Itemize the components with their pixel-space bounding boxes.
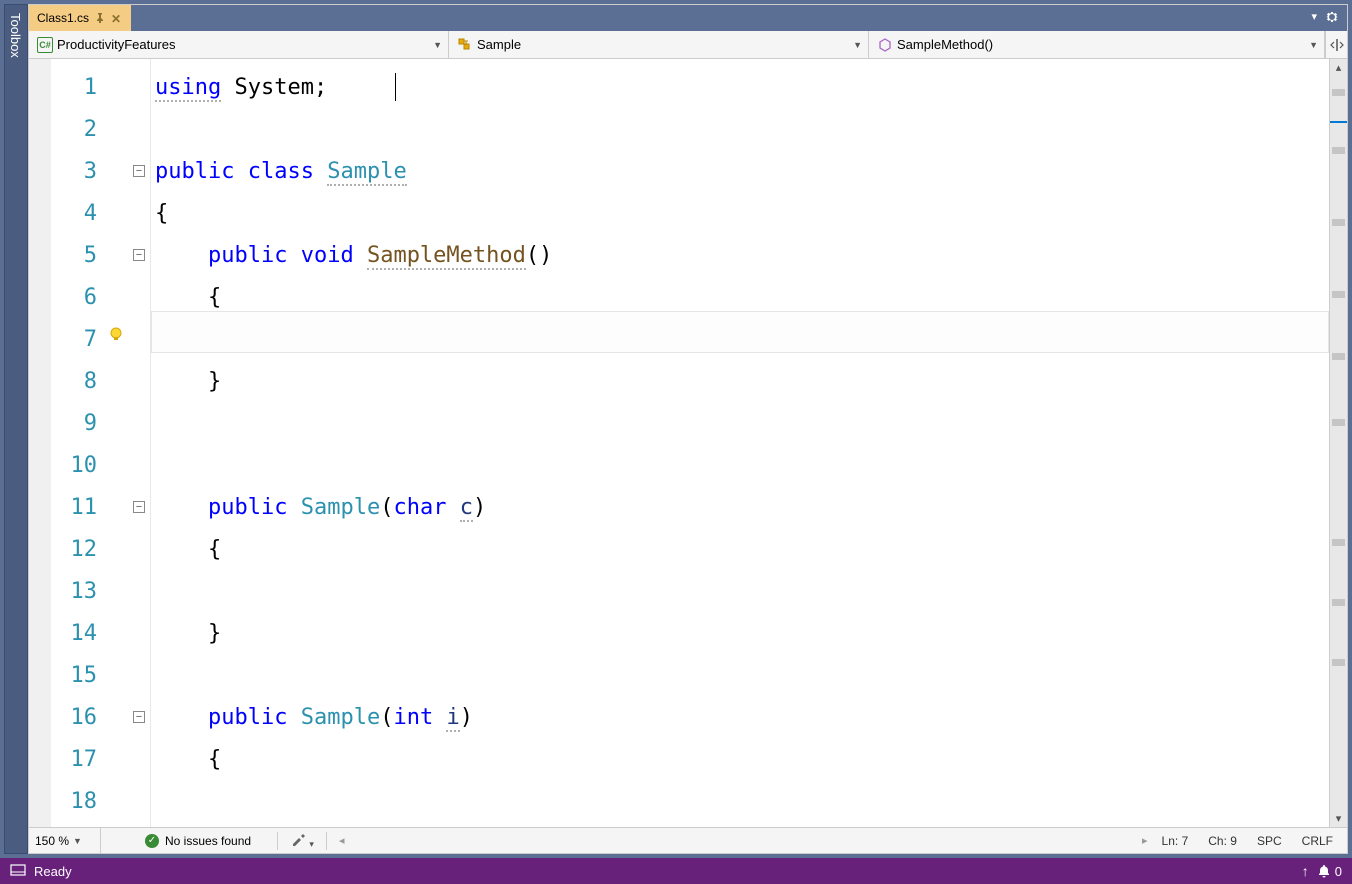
issues-indicator[interactable]: ✓ No issues found — [131, 834, 265, 848]
breakpoint-margin[interactable] — [29, 59, 51, 827]
chevron-down-icon: ▼ — [1309, 40, 1318, 50]
current-line-highlight — [151, 311, 1329, 353]
output-pane-icon[interactable] — [10, 863, 26, 880]
notifications-button[interactable]: 0 — [1317, 864, 1342, 879]
code-editor[interactable]: 123456789101112131415161718 − − − − using S… — [29, 59, 1347, 827]
outline-collapse-toggle[interactable]: − — [133, 711, 145, 723]
editor-container: Class1.cs ✕ ▾ C# ProductivityFeatures ▼ — [28, 4, 1348, 854]
lightbulb-icon[interactable] — [107, 325, 125, 343]
publish-icon[interactable]: ↑ — [1302, 863, 1309, 879]
code-line[interactable]: public class Sample — [155, 151, 1329, 193]
code-line[interactable] — [155, 403, 1329, 445]
line-ending-indicator[interactable]: CRLF — [1302, 834, 1333, 848]
navigation-bar: C# ProductivityFeatures ▼ Sample ▼ Sampl… — [29, 31, 1347, 59]
issues-label: No issues found — [165, 834, 251, 848]
code-line[interactable]: { — [155, 193, 1329, 235]
line-indicator[interactable]: Ln: 7 — [1162, 834, 1189, 848]
code-line[interactable]: using System; — [155, 67, 1329, 109]
check-circle-icon: ✓ — [145, 834, 159, 848]
outline-collapse-toggle[interactable]: − — [133, 501, 145, 513]
code-line[interactable]: } — [155, 361, 1329, 403]
outline-collapse-toggle[interactable]: − — [133, 249, 145, 261]
chevron-down-icon: ▼ — [433, 40, 442, 50]
code-line[interactable] — [155, 445, 1329, 487]
column-indicator[interactable]: Ch: 9 — [1208, 834, 1237, 848]
status-bar: Ready ↑ 0 — [0, 858, 1352, 884]
glyph-margin — [103, 59, 129, 827]
hscroll-left-arrow[interactable]: ◂ — [339, 834, 345, 847]
code-line[interactable]: public void SampleMethod() — [155, 235, 1329, 277]
scroll-up-arrow[interactable]: ▴ — [1330, 61, 1347, 74]
document-tab-strip: Class1.cs ✕ ▾ — [29, 5, 1347, 31]
outline-collapse-toggle[interactable]: − — [133, 165, 145, 177]
zoom-dropdown[interactable]: 150 % ▼ — [29, 828, 101, 853]
code-line[interactable]: { — [155, 739, 1329, 781]
nav-class-dropdown[interactable]: Sample ▼ — [449, 31, 869, 58]
status-ready-label: Ready — [34, 864, 72, 879]
scroll-down-arrow[interactable]: ▾ — [1330, 812, 1347, 825]
nav-project-dropdown[interactable]: C# ProductivityFeatures ▼ — [29, 31, 449, 58]
toolbox-panel-tab[interactable]: Toolbox — [4, 4, 28, 854]
code-line[interactable]: } — [155, 613, 1329, 655]
csharp-icon: C# — [37, 37, 53, 53]
method-icon — [877, 37, 893, 53]
zoom-value: 150 % — [35, 834, 69, 848]
nav-class-label: Sample — [477, 37, 521, 52]
document-tab-label: Class1.cs — [37, 11, 89, 25]
nav-member-label: SampleMethod() — [897, 37, 993, 52]
pin-icon[interactable] — [95, 13, 105, 23]
code-line[interactable] — [155, 655, 1329, 697]
document-tab[interactable]: Class1.cs ✕ — [29, 5, 131, 31]
code-line[interactable]: { — [155, 529, 1329, 571]
whitespace-indicator[interactable]: SPC — [1257, 834, 1282, 848]
nav-member-dropdown[interactable]: SampleMethod() ▼ — [869, 31, 1325, 58]
overview-ruler[interactable]: ▴ ▾ — [1329, 59, 1347, 827]
chevron-down-icon: ▼ — [73, 836, 82, 846]
editor-info-bar: 150 % ▼ ✓ No issues found ▾ ◂ ▸ Ln: 7 Ch… — [29, 827, 1347, 853]
tab-overflow-icon[interactable]: ▾ — [1311, 10, 1317, 27]
close-icon[interactable]: ✕ — [111, 12, 123, 24]
code-line[interactable] — [155, 781, 1329, 823]
code-content[interactable]: using System;public class Sample{ public… — [151, 59, 1329, 827]
settings-gear-icon[interactable] — [1325, 10, 1339, 27]
class-icon — [457, 37, 473, 53]
line-numbers: 123456789101112131415161718 — [51, 59, 103, 827]
outlining-margin[interactable]: − − − − — [129, 59, 151, 827]
nav-project-label: ProductivityFeatures — [57, 37, 176, 52]
main-area: Toolbox Class1.cs ✕ ▾ C# ProductivityFea — [0, 0, 1352, 858]
code-line[interactable] — [155, 109, 1329, 151]
notification-count: 0 — [1335, 864, 1342, 879]
code-line[interactable]: public Sample(int i) — [155, 697, 1329, 739]
bell-icon — [1317, 864, 1331, 878]
split-editor-button[interactable] — [1325, 31, 1347, 58]
code-cleanup-button[interactable]: ▾ — [290, 831, 314, 850]
text-caret — [395, 73, 396, 101]
code-line[interactable]: public Sample(char c) — [155, 487, 1329, 529]
chevron-down-icon: ▼ — [853, 40, 862, 50]
gutter: 123456789101112131415161718 — [51, 59, 129, 827]
code-line[interactable] — [155, 571, 1329, 613]
